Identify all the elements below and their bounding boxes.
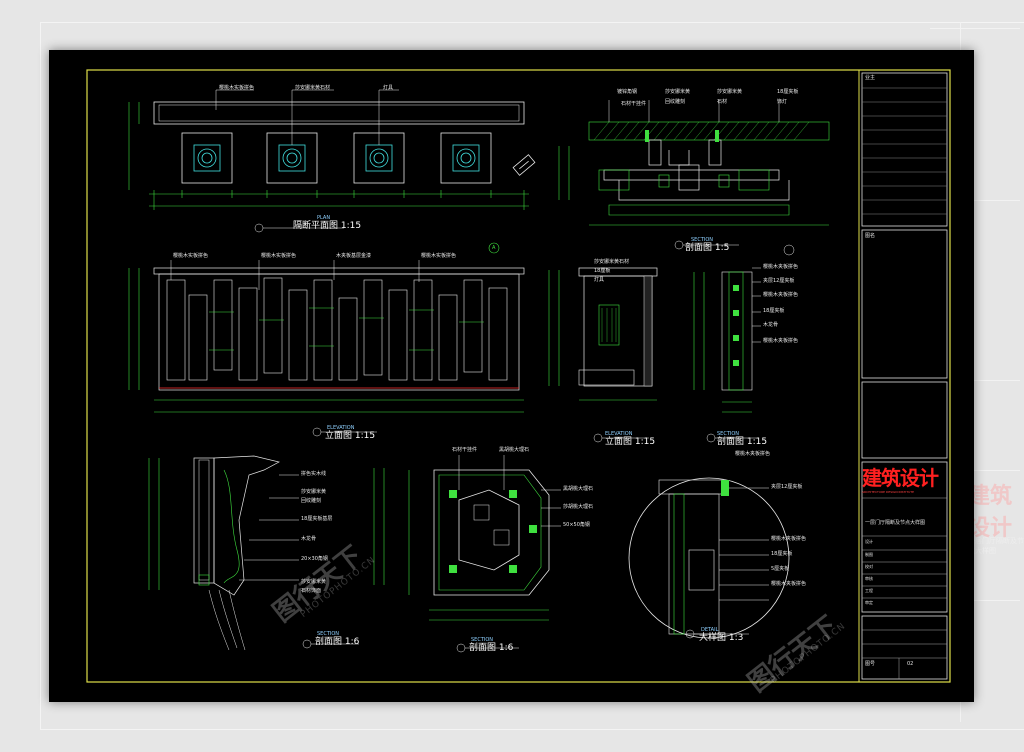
sheet-number-label: 图号 — [865, 661, 876, 667]
drawing-name: 一层门厅隔断及节点大样图 — [865, 520, 926, 526]
background-line — [930, 28, 1020, 29]
cad-drawing — [86, 69, 951, 683]
section-mid-label: 木龙骨 — [763, 322, 779, 328]
plan-title: 隔断平面图 1:15 — [293, 221, 362, 231]
elevation-label: 樱桃木实板拼色 — [421, 253, 457, 259]
section-left-label: 拼色实木线 — [301, 471, 327, 477]
section-top-label: 饰灯 — [777, 99, 788, 105]
detail-label: 18厘夹板 — [771, 551, 793, 557]
section-top-label: 莎安娜米黄 — [717, 89, 743, 95]
section-top-label: 回纹雕刻 — [665, 99, 686, 105]
section-center-label: 莎胡桃大理石 — [563, 504, 594, 510]
detail-label: 樱桃木夹板拼色 — [771, 581, 807, 587]
section-mid-label: 樱桃木夹板拼色 — [763, 338, 799, 344]
section-top-title: 剖面图 1:5 — [685, 243, 730, 253]
section-center-label: 石材干挂件 — [452, 447, 478, 453]
detail-label: 樱桃木夹板拼色 — [735, 451, 771, 457]
title-field: 审核 — [865, 576, 873, 581]
section-top-label: 莎安娜米黄 — [665, 89, 691, 95]
section-mid-label: 樱桃木夹板拼色 — [763, 292, 799, 298]
title-field: 工程 — [865, 588, 873, 593]
small-elevation-label: 18厘板 — [594, 268, 611, 274]
plan-label: 樱桃木实板拼色 — [219, 85, 255, 91]
elevation-view — [128, 242, 525, 437]
company-logo: 建筑设计 — [862, 466, 939, 490]
small-elevation-label: 莎安娜米黄石材 — [594, 259, 630, 265]
small-elevation-label: 灯具 — [594, 277, 605, 283]
elevation-label: 木夹板基层金漆 — [336, 253, 372, 259]
section-mid-label: 夹层12厘夹板 — [763, 278, 795, 284]
section-top-view — [558, 100, 830, 250]
detail-label: 5厘夹板 — [771, 566, 790, 572]
title-block-head: 业主 — [865, 75, 876, 81]
elevation-label: 樱桃木实板拼色 — [261, 253, 297, 259]
small-elevation-view — [548, 267, 658, 443]
section-center-title: 剖面图 1:6 — [469, 643, 514, 653]
plan-label: 灯具 — [383, 85, 394, 91]
section-top-label: 石材 — [717, 99, 728, 105]
small-elevation-title: 立面图 1:15 — [605, 437, 656, 447]
section-center-label: 50×50角钢 — [563, 522, 590, 528]
title-field: 审定 — [865, 600, 873, 605]
elevation-title: 立面图 1:15 — [325, 431, 376, 441]
section-mid-label: 樱桃木夹板拼色 — [763, 264, 799, 270]
section-center-label: 黑胡桃大理石 — [563, 486, 594, 492]
detail-label: 樱桃木夹板拼色 — [771, 536, 807, 542]
section-left-label: 回纹雕刻 — [301, 498, 322, 504]
section-top-label: 镀锌角钢 — [617, 89, 638, 95]
background-title-ghost: 一层门厅隔断及节点大样图 — [968, 537, 1024, 555]
detail-label: 夹层12厘夹板 — [771, 484, 803, 490]
section-left-title: 剖面图 1:6 — [315, 637, 360, 647]
title-field: 制图 — [865, 552, 873, 557]
cad-drawing-canvas: 樱桃木实板拼色 莎安娜米黄石材 灯具 PLAN 隔断平面图 1:15 镀锌角钢 … — [49, 50, 974, 702]
plan-label: 莎安娜米黄石材 — [295, 85, 331, 91]
section-left-label: 18厘夹板基层 — [301, 516, 333, 522]
title-field: 校对 — [865, 564, 873, 569]
section-mid-label: 18厘夹板 — [763, 308, 785, 314]
section-top-label: 18厘夹板 — [777, 89, 799, 95]
section-left-label: 木龙骨 — [301, 536, 317, 542]
detail-view — [628, 477, 790, 639]
title-field: 设计 — [865, 539, 873, 544]
section-center-label: 黑胡桃大理石 — [499, 447, 530, 453]
section-top-label: 石材干挂件 — [621, 101, 647, 107]
elevation-label: 樱桃木实板拼色 — [173, 253, 209, 259]
title-block-project: 图名 — [865, 233, 876, 239]
elevation-marker: A — [492, 245, 496, 251]
section-left-label: 莎安娜米黄 — [301, 489, 327, 495]
company-logo-subtitle: ARCHITECTURE DESIGN INSTITUTE — [862, 490, 915, 494]
background-logo-ghost: 建筑设计 — [968, 484, 1013, 541]
sheet-number: 02 — [907, 661, 914, 667]
plan-view — [128, 89, 536, 233]
detail-title: 大样图 1:3 — [699, 633, 744, 643]
section-mid-title: 剖面图 1:15 — [717, 437, 768, 447]
section-center-view — [408, 455, 561, 653]
